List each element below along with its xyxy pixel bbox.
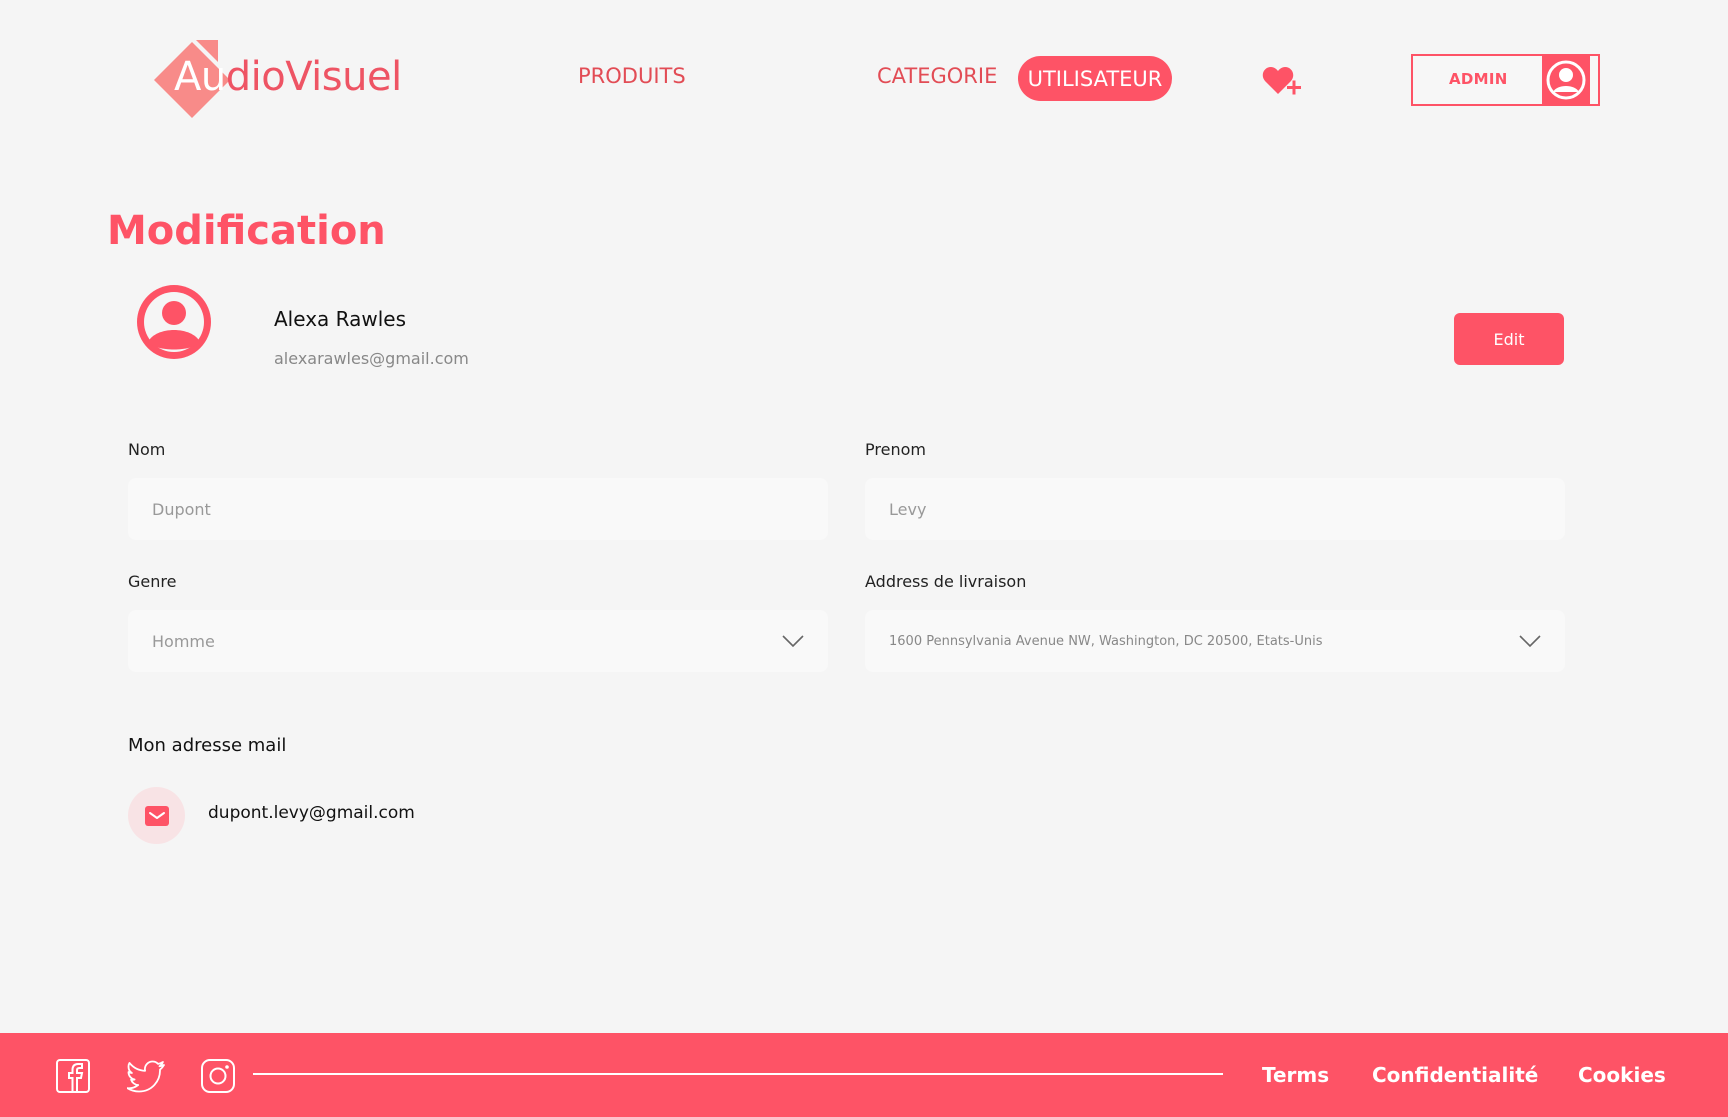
logo-text-rest: dioVisuel [225, 54, 403, 100]
chevron-down-icon [782, 635, 804, 648]
user-circle-icon [1546, 60, 1586, 100]
admin-avatar [1542, 56, 1590, 104]
address-label: Address de livraison [865, 572, 1027, 591]
logo[interactable]: AudioVisuel [152, 40, 402, 120]
footer-link-cookies[interactable]: Cookies [1578, 1063, 1666, 1087]
nav-produits[interactable]: PRODUITS [578, 64, 686, 88]
admin-account-button[interactable]: ADMIN [1411, 54, 1600, 106]
envelope-icon [144, 805, 169, 826]
edit-button[interactable]: Edit [1454, 313, 1564, 365]
page-title: Modification [107, 208, 386, 254]
facebook-icon[interactable] [55, 1058, 91, 1094]
nav-utilisateur[interactable]: UTILISATEUR [1018, 56, 1172, 101]
mail-value: dupont.levy@gmail.com [208, 803, 415, 823]
profile-avatar-icon [137, 285, 211, 359]
logo-text-first: Au [174, 54, 226, 100]
nav-categorie[interactable]: CATEGORIE [877, 64, 997, 88]
address-value: 1600 Pennsylvania Avenue NW, Washington,… [889, 633, 1323, 649]
footer: Terms Confidentialité Cookies [0, 1033, 1728, 1117]
instagram-icon[interactable] [200, 1058, 236, 1094]
prenom-label: Prenom [865, 440, 926, 459]
mail-icon-circle [128, 787, 185, 844]
genre-label: Genre [128, 572, 177, 591]
logo-text: AudioVisuel [174, 54, 402, 100]
profile-name: Alexa Rawles [274, 307, 406, 331]
chevron-down-icon [1519, 635, 1541, 648]
nom-input[interactable] [128, 478, 828, 540]
heart-plus-icon[interactable] [1262, 64, 1302, 98]
address-select[interactable]: 1600 Pennsylvania Avenue NW, Washington,… [865, 610, 1565, 672]
nom-label: Nom [128, 440, 166, 459]
profile-email: alexarawles@gmail.com [274, 349, 469, 368]
genre-value: Homme [152, 631, 215, 651]
mail-section-title: Mon adresse mail [128, 735, 287, 756]
prenom-input[interactable] [865, 478, 1565, 540]
footer-link-terms[interactable]: Terms [1262, 1063, 1329, 1087]
page: AudioVisuel PRODUITS CATEGORIE UTILISATE… [0, 0, 1728, 1117]
genre-select[interactable]: Homme [128, 610, 828, 672]
twitter-icon[interactable] [127, 1058, 167, 1094]
admin-label: ADMIN [1449, 70, 1508, 88]
footer-link-confidentialite[interactable]: Confidentialité [1372, 1063, 1538, 1087]
footer-divider [253, 1073, 1223, 1075]
